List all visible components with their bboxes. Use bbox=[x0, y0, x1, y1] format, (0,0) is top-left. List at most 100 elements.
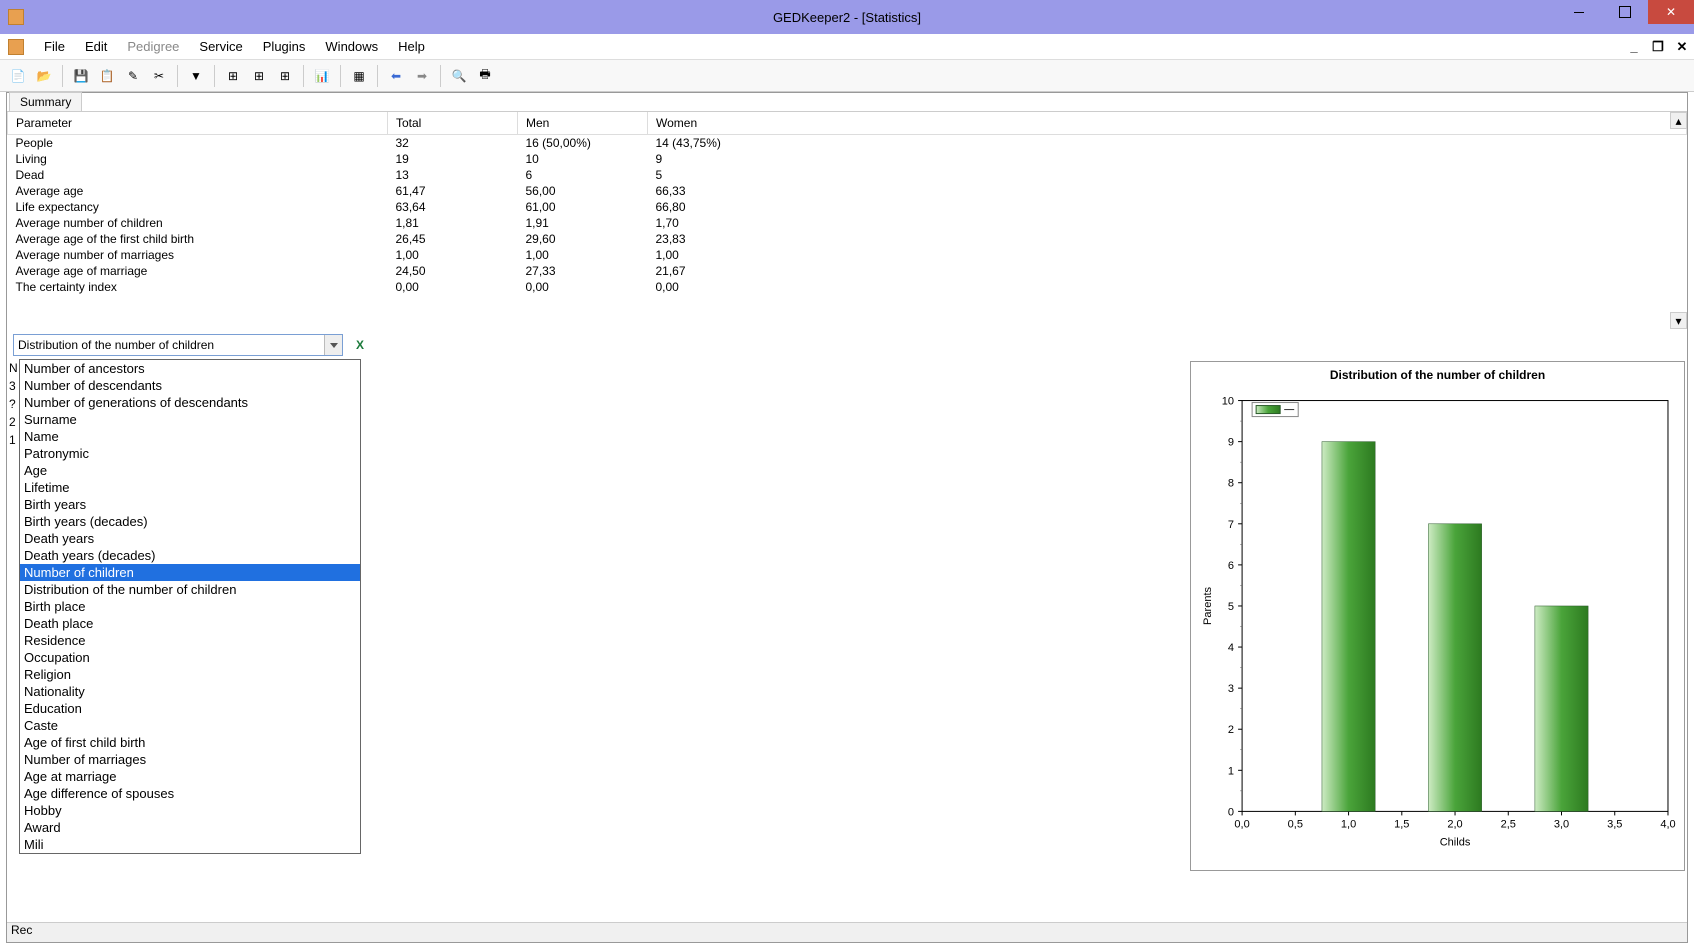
filter-icon[interactable]: ▼ bbox=[184, 64, 208, 88]
dropdown-option[interactable]: Religion bbox=[20, 666, 360, 683]
mdi-close-button[interactable]: ✕ bbox=[1674, 39, 1690, 55]
cell: 66,80 bbox=[648, 199, 1687, 215]
menu-windows[interactable]: Windows bbox=[315, 35, 388, 58]
table-row[interactable]: Average age of the first child birth26,4… bbox=[8, 231, 1687, 247]
new-file-icon[interactable]: 📄 bbox=[6, 64, 30, 88]
preview-icon[interactable]: 🔍 bbox=[447, 64, 471, 88]
mdi-minimize-button[interactable]: _ bbox=[1626, 39, 1642, 55]
scroll-down-icon[interactable]: ▾ bbox=[1670, 312, 1687, 329]
table-row[interactable]: Average number of children1,811,911,70 bbox=[8, 215, 1687, 231]
dropdown-option[interactable]: Caste bbox=[20, 717, 360, 734]
table-row[interactable]: The certainty index0,000,000,00 bbox=[8, 279, 1687, 295]
dropdown-option[interactable]: Age difference of spouses bbox=[20, 785, 360, 802]
distribution-combo[interactable]: Distribution of the number of children bbox=[13, 334, 343, 356]
distribution-dropdown[interactable]: Number of ancestorsNumber of descendants… bbox=[19, 359, 361, 854]
toolbar: 📄 📂 💾 📋 ✎ ✂ ▼ ⊞ ⊞ ⊞ 📊 ▦ ⬅ ➡ 🔍 🖶 bbox=[0, 60, 1694, 92]
col-total[interactable]: Total bbox=[388, 112, 518, 135]
dropdown-option[interactable]: Age bbox=[20, 462, 360, 479]
dropdown-option[interactable]: Award bbox=[20, 819, 360, 836]
dropdown-option[interactable]: Distribution of the number of children bbox=[20, 581, 360, 598]
tree-ancestors-icon[interactable]: ⊞ bbox=[221, 64, 245, 88]
save-icon[interactable]: 💾 bbox=[69, 64, 93, 88]
separator bbox=[214, 65, 215, 87]
dropdown-option[interactable]: Death years bbox=[20, 530, 360, 547]
col-women[interactable]: Women bbox=[648, 112, 1687, 135]
dropdown-option[interactable]: Occupation bbox=[20, 649, 360, 666]
dropdown-option[interactable]: Age at marriage bbox=[20, 768, 360, 785]
table-row[interactable]: Average number of marriages1,001,001,00 bbox=[8, 247, 1687, 263]
table-row[interactable]: People3216 (50,00%)14 (43,75%) bbox=[8, 135, 1687, 152]
menu-service[interactable]: Service bbox=[189, 35, 252, 58]
minimize-button[interactable] bbox=[1556, 0, 1602, 24]
table-row[interactable]: Life expectancy63,6461,0066,80 bbox=[8, 199, 1687, 215]
print-icon[interactable]: 🖶 bbox=[473, 64, 497, 88]
pedigree-icon[interactable]: 📊 bbox=[310, 64, 334, 88]
menu-help[interactable]: Help bbox=[388, 35, 435, 58]
dropdown-option[interactable]: Nationality bbox=[20, 683, 360, 700]
menu-edit[interactable]: Edit bbox=[75, 35, 117, 58]
stats-icon[interactable]: ▦ bbox=[347, 64, 371, 88]
dropdown-option[interactable]: Education bbox=[20, 700, 360, 717]
summary-tab[interactable]: Summary bbox=[9, 92, 82, 111]
dropdown-option[interactable]: Death place bbox=[20, 615, 360, 632]
tree-descendants-icon[interactable]: ⊞ bbox=[247, 64, 271, 88]
delete-record-icon[interactable]: ✂ bbox=[147, 64, 171, 88]
dropdown-option[interactable]: Surname bbox=[20, 411, 360, 428]
dropdown-option[interactable]: Birth place bbox=[20, 598, 360, 615]
menu-file[interactable]: File bbox=[34, 35, 75, 58]
maximize-button[interactable] bbox=[1602, 0, 1648, 24]
svg-text:8: 8 bbox=[1228, 478, 1234, 490]
dropdown-option[interactable]: Mili bbox=[20, 836, 360, 853]
cell: Average number of children bbox=[8, 215, 388, 231]
dropdown-option[interactable]: Hobby bbox=[20, 802, 360, 819]
dropdown-option[interactable]: Number of generations of descendants bbox=[20, 394, 360, 411]
table-row[interactable]: Living19109 bbox=[8, 151, 1687, 167]
tree-both-icon[interactable]: ⊞ bbox=[273, 64, 297, 88]
dropdown-option[interactable]: Residence bbox=[20, 632, 360, 649]
cell: Life expectancy bbox=[8, 199, 388, 215]
export-excel-icon[interactable]: X bbox=[349, 334, 371, 356]
chevron-down-icon[interactable] bbox=[324, 335, 342, 355]
col-parameter[interactable]: Parameter bbox=[8, 112, 388, 135]
scroll-up-icon[interactable]: ▴ bbox=[1670, 112, 1687, 129]
dropdown-option[interactable]: Birth years (decades) bbox=[20, 513, 360, 530]
dropdown-option[interactable]: Name bbox=[20, 428, 360, 445]
table-row[interactable]: Dead1365 bbox=[8, 167, 1687, 183]
dropdown-option[interactable]: Birth years bbox=[20, 496, 360, 513]
cell: 27,33 bbox=[518, 263, 648, 279]
svg-text:3,0: 3,0 bbox=[1554, 818, 1569, 830]
add-record-icon[interactable]: 📋 bbox=[95, 64, 119, 88]
back-icon[interactable]: ⬅ bbox=[384, 64, 408, 88]
forward-icon[interactable]: ➡ bbox=[410, 64, 434, 88]
window-title: GEDKeeper2 - [Statistics] bbox=[773, 10, 921, 25]
dropdown-option[interactable]: Death years (decades) bbox=[20, 547, 360, 564]
dropdown-option[interactable]: Number of descendants bbox=[20, 377, 360, 394]
cell: 1,00 bbox=[388, 247, 518, 263]
cell: 19 bbox=[388, 151, 518, 167]
close-button[interactable] bbox=[1648, 0, 1694, 24]
dropdown-option[interactable]: Number of children bbox=[20, 564, 360, 581]
cell: The certainty index bbox=[8, 279, 388, 295]
cell: 23,83 bbox=[648, 231, 1687, 247]
dropdown-option[interactable]: Number of marriages bbox=[20, 751, 360, 768]
dropdown-option[interactable]: Patronymic bbox=[20, 445, 360, 462]
titlebar: GEDKeeper2 - [Statistics] bbox=[0, 0, 1694, 34]
dropdown-option[interactable]: Lifetime bbox=[20, 479, 360, 496]
cell: 21,67 bbox=[648, 263, 1687, 279]
table-row[interactable]: Average age61,4756,0066,33 bbox=[8, 183, 1687, 199]
svg-text:7: 7 bbox=[1228, 519, 1234, 531]
cell: People bbox=[8, 135, 388, 152]
dropdown-option[interactable]: Number of ancestors bbox=[20, 360, 360, 377]
dropdown-option[interactable]: Age of first child birth bbox=[20, 734, 360, 751]
svg-text:3,5: 3,5 bbox=[1607, 818, 1622, 830]
mdi-restore-button[interactable]: ❐ bbox=[1650, 39, 1666, 55]
table-row[interactable]: Average age of marriage24,5027,3321,67 bbox=[8, 263, 1687, 279]
menu-pedigree[interactable]: Pedigree bbox=[117, 35, 189, 58]
svg-text:0,5: 0,5 bbox=[1288, 818, 1303, 830]
cell: 0,00 bbox=[518, 279, 648, 295]
open-file-icon[interactable]: 📂 bbox=[32, 64, 56, 88]
statusbar: Rec bbox=[7, 922, 1687, 942]
menu-plugins[interactable]: Plugins bbox=[253, 35, 316, 58]
col-men[interactable]: Men bbox=[518, 112, 648, 135]
edit-record-icon[interactable]: ✎ bbox=[121, 64, 145, 88]
